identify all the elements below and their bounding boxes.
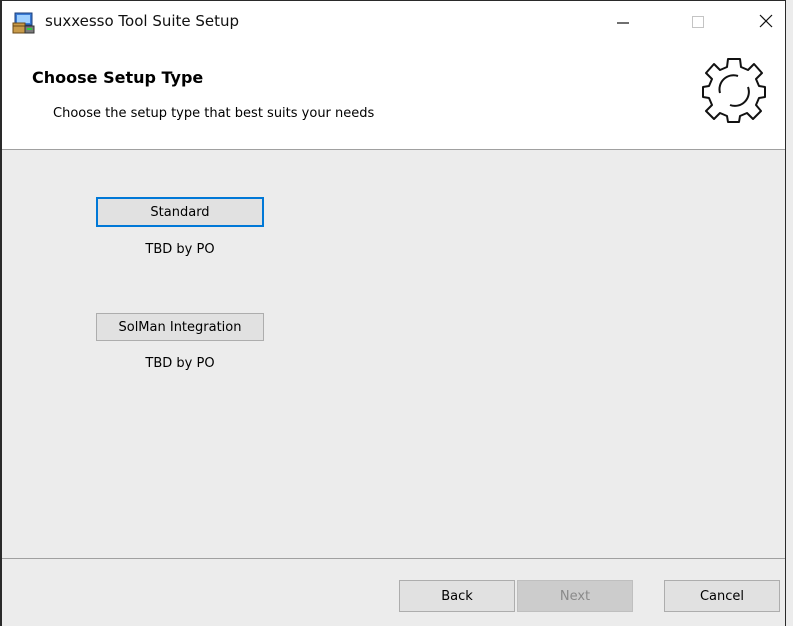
solman-integration-button[interactable]: SolMan Integration bbox=[96, 313, 264, 341]
cancel-button[interactable]: Cancel bbox=[664, 580, 780, 612]
solman-description: TBD by PO bbox=[145, 356, 215, 371]
close-button[interactable] bbox=[740, 1, 785, 45]
title-bar: suxxesso Tool Suite Setup bbox=[2, 1, 785, 45]
close-icon bbox=[758, 13, 774, 33]
maximize-button bbox=[672, 1, 724, 45]
setup-header: Choose Setup Type Choose the setup type … bbox=[2, 45, 785, 149]
window-title: suxxesso Tool Suite Setup bbox=[45, 12, 240, 30]
installer-app-icon bbox=[12, 11, 36, 35]
page-subtitle: Choose the setup type that best suits yo… bbox=[53, 106, 375, 121]
header-divider bbox=[2, 149, 785, 150]
next-button[interactable]: Next bbox=[517, 580, 633, 612]
standard-description: TBD by PO bbox=[145, 242, 215, 257]
maximize-icon bbox=[691, 14, 705, 33]
footer-divider bbox=[2, 558, 785, 559]
minimize-button[interactable] bbox=[597, 1, 649, 45]
page-title: Choose Setup Type bbox=[32, 68, 204, 87]
standard-setup-button[interactable]: Standard bbox=[96, 197, 264, 227]
setup-window: suxxesso Tool Suite Setup Choose Setup T… bbox=[0, 0, 786, 626]
back-button[interactable]: Back bbox=[399, 580, 515, 612]
minimize-icon bbox=[616, 14, 630, 33]
gear-icon bbox=[702, 51, 766, 127]
